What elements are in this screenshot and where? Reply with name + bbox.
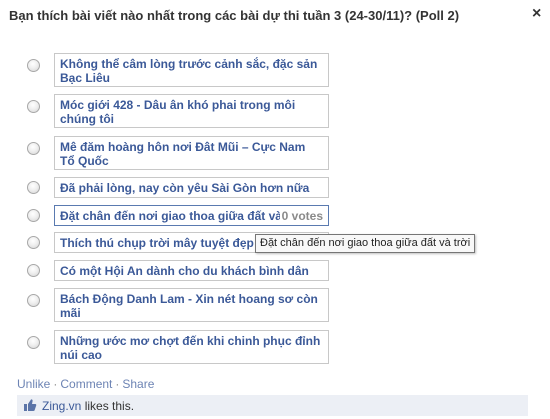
poll-option[interactable]: Đặt chân đến nơi giao thoa giữa đất và t… — [54, 205, 329, 226]
poll-option-label: Bách Động Danh Lam - Xin nét hoang sơ cò… — [60, 292, 318, 320]
poll-question: Bạn thích bài viết nào nhất trong các bà… — [9, 8, 460, 23]
unlike-link[interactable]: Unlike — [17, 377, 50, 391]
radio-button[interactable] — [27, 181, 40, 194]
poll-option[interactable]: Có một Hội An dành cho du khách bình dân — [54, 260, 329, 281]
separator: · — [53, 377, 58, 391]
poll-option-label: Đặt chân đến nơi giao thoa giữa đất và t… — [60, 209, 280, 223]
radio-button[interactable] — [27, 294, 40, 307]
tooltip: Đặt chân đến nơi giao thoa giữa đất và t… — [255, 234, 476, 253]
poll-option[interactable]: Bách Động Danh Lam - Xin nét hoang sơ cò… — [54, 288, 329, 322]
poll-option-label: Đã phải lòng, nay còn yêu Sài Gòn hơn nữ… — [60, 181, 310, 195]
poll-option-label: Mê đăm hoàng hôn nơi Đât Mũi – Cực Nam T… — [60, 140, 306, 168]
radio-button[interactable] — [27, 336, 40, 349]
vote-count: 0 votes — [281, 209, 323, 223]
poll-option-label: Không thể câm lòng trước cảnh sắc, đặc s… — [60, 57, 318, 85]
poll-option[interactable]: Đã phải lòng, nay còn yêu Sài Gòn hơn nữ… — [54, 177, 329, 198]
poll-option[interactable]: Móc giới 428 - Dâu ân khó phai trong môi… — [54, 94, 329, 128]
page-link[interactable]: Zing.vn — [42, 399, 81, 413]
radio-button[interactable] — [27, 236, 40, 249]
radio-button[interactable] — [27, 100, 40, 113]
likes-suffix: likes this. — [81, 399, 135, 413]
separator: · — [115, 377, 120, 391]
share-link[interactable]: Share — [122, 377, 154, 391]
radio-button[interactable] — [27, 264, 40, 277]
story-actions: Unlike · Comment · Share — [17, 377, 154, 391]
radio-button[interactable] — [27, 209, 40, 222]
poll-option[interactable]: Mê đăm hoàng hôn nơi Đât Mũi – Cực Nam T… — [54, 136, 329, 170]
likes-bar: Zing.vn likes this. — [17, 395, 528, 416]
likes-text: Zing.vn likes this. — [42, 399, 134, 413]
poll-option[interactable]: Những ước mơ chợt đến khi chinh phục đỉn… — [54, 330, 329, 364]
poll-option[interactable]: Không thể câm lòng trước cảnh sắc, đặc s… — [54, 53, 329, 87]
thumbs-up-icon — [23, 398, 37, 412]
poll-option-label: Móc giới 428 - Dâu ân khó phai trong môi… — [60, 98, 296, 126]
poll-option-label: Có một Hội An dành cho du khách bình dân — [60, 264, 309, 278]
close-icon[interactable]: × — [532, 6, 544, 22]
radio-button[interactable] — [27, 59, 40, 72]
poll-option-label: Những ước mơ chợt đến khi chinh phục đỉn… — [60, 334, 321, 362]
comment-link[interactable]: Comment — [60, 377, 112, 391]
radio-button[interactable] — [27, 142, 40, 155]
